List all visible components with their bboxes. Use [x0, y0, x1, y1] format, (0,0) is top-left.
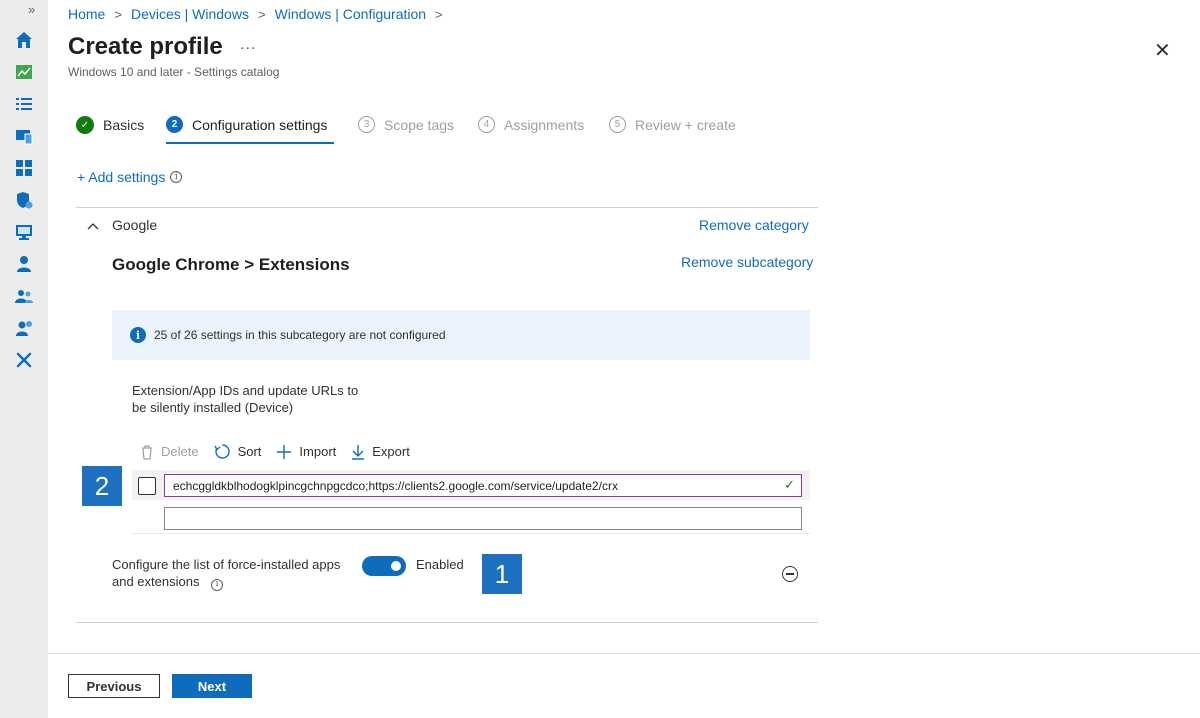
step-basics[interactable]: ✓ Basics — [76, 116, 144, 134]
info-icon: i — [130, 327, 146, 343]
chevron-right-icon: > — [114, 6, 122, 22]
step-configuration-settings[interactable]: 2 Configuration settings — [166, 116, 327, 133]
info-banner: i 25 of 26 settings in this subcategory … — [112, 310, 810, 360]
dashboard-icon[interactable] — [14, 62, 34, 82]
row-checkbox[interactable] — [138, 477, 156, 495]
plus-icon — [277, 444, 292, 459]
remove-category-link[interactable]: Remove category — [699, 217, 809, 233]
sort-label: Sort — [237, 444, 262, 459]
sort-icon — [213, 444, 230, 459]
more-options-icon[interactable]: ... — [240, 36, 256, 54]
next-button[interactable]: Next — [172, 674, 252, 698]
users-icon[interactable] — [14, 254, 34, 274]
step-label: Configuration settings — [192, 116, 328, 133]
setting-label-line: and extensions i — [112, 573, 352, 591]
page-subtitle: Windows 10 and later - Settings catalog — [68, 65, 280, 79]
divider — [76, 207, 818, 208]
left-nav-rail: » — [0, 0, 48, 718]
step-review-create[interactable]: 5 Review + create — [609, 116, 736, 133]
valid-check-icon: ✓ — [784, 477, 795, 492]
list-toolbar: Delete Sort Import Export — [140, 443, 425, 460]
expand-nav-icon[interactable]: » — [28, 2, 35, 17]
extension-id-input[interactable]: echcggldkblhodogklpincgchnpgcdco;https:/… — [164, 474, 802, 497]
step-number: 2 — [166, 116, 183, 133]
remove-subcategory-link[interactable]: Remove subcategory — [681, 254, 813, 270]
check-icon: ✓ — [76, 116, 94, 134]
force-install-setting-label: Configure the list of force-installed ap… — [112, 556, 352, 591]
remove-setting-icon[interactable] — [782, 566, 798, 582]
close-icon[interactable]: ✕ — [1154, 38, 1171, 63]
info-icon: i — [170, 171, 183, 183]
add-settings-link[interactable]: + Add settings i — [77, 169, 183, 185]
extension-id-value: echcggldkblhodogklpincgchnpgcdco;https:/… — [173, 478, 618, 493]
chevron-right-icon: > — [257, 6, 266, 22]
toggle-state-label: Enabled — [416, 557, 464, 572]
reports-icon[interactable] — [14, 222, 34, 242]
apps-icon[interactable] — [14, 158, 34, 178]
home-icon[interactable] — [14, 30, 34, 50]
setting-label-line: be silently installed (Device) — [132, 400, 294, 415]
endpoint-security-icon[interactable] — [14, 190, 34, 210]
category-name: Google — [112, 217, 158, 233]
sort-button[interactable]: Sort — [213, 443, 262, 460]
devices-icon[interactable] — [14, 126, 34, 146]
export-button[interactable]: Export — [351, 444, 410, 460]
page-title: Create profile — [68, 33, 223, 60]
toggle-knob — [391, 561, 401, 571]
footer-divider — [48, 653, 1200, 654]
delete-label: Delete — [161, 444, 199, 459]
callout-badge-2: 2 — [82, 466, 122, 506]
chevron-right-icon: > — [435, 6, 443, 22]
step-label: Basics — [103, 117, 145, 133]
force-install-toggle[interactable] — [362, 556, 406, 576]
breadcrumb-home[interactable]: Home — [68, 6, 105, 22]
step-assignments[interactable]: 4 Assignments — [478, 116, 584, 133]
divider — [76, 622, 818, 623]
groups-icon[interactable] — [14, 286, 34, 306]
active-step-indicator — [166, 142, 334, 144]
subcategory-title: Google Chrome > Extensions — [112, 255, 350, 274]
info-icon[interactable]: i — [211, 578, 224, 591]
callout-badge-1: 1 — [482, 554, 522, 594]
import-label: Import — [299, 444, 337, 459]
add-settings-label: + Add settings — [77, 169, 166, 185]
info-banner-text: 25 of 26 settings in this subcategory ar… — [154, 328, 446, 342]
download-icon — [352, 444, 365, 460]
new-extension-input[interactable] — [164, 507, 802, 530]
trash-icon — [142, 444, 152, 460]
divider — [132, 533, 810, 534]
step-number: 5 — [609, 116, 626, 133]
breadcrumb: Home > Devices | Windows > Windows | Con… — [68, 6, 452, 22]
all-services-icon[interactable] — [14, 94, 34, 114]
setting-label-line: Extension/App IDs and update URLs to — [132, 383, 359, 398]
breadcrumb-windows-configuration[interactable]: Windows | Configuration — [275, 6, 426, 22]
export-label: Export — [372, 444, 410, 459]
tenant-admin-icon[interactable] — [14, 318, 34, 338]
step-label: Review + create — [635, 116, 736, 133]
step-number: 4 — [478, 116, 495, 133]
step-number: 3 — [358, 116, 375, 133]
import-button[interactable]: Import — [276, 444, 336, 460]
troubleshooting-icon[interactable] — [14, 350, 34, 370]
step-scope-tags[interactable]: 3 Scope tags — [358, 116, 454, 133]
setting-label: Extension/App IDs and update URLs to be … — [132, 382, 372, 416]
delete-button[interactable]: Delete — [140, 444, 199, 460]
previous-button[interactable]: Previous — [68, 674, 160, 698]
chevron-up-icon[interactable] — [87, 218, 99, 233]
setting-label-line: Configure the list of force-installed ap… — [112, 557, 341, 572]
breadcrumb-devices-windows[interactable]: Devices | Windows — [131, 6, 249, 22]
step-label: Assignments — [504, 116, 585, 133]
step-label: Scope tags — [384, 116, 455, 133]
